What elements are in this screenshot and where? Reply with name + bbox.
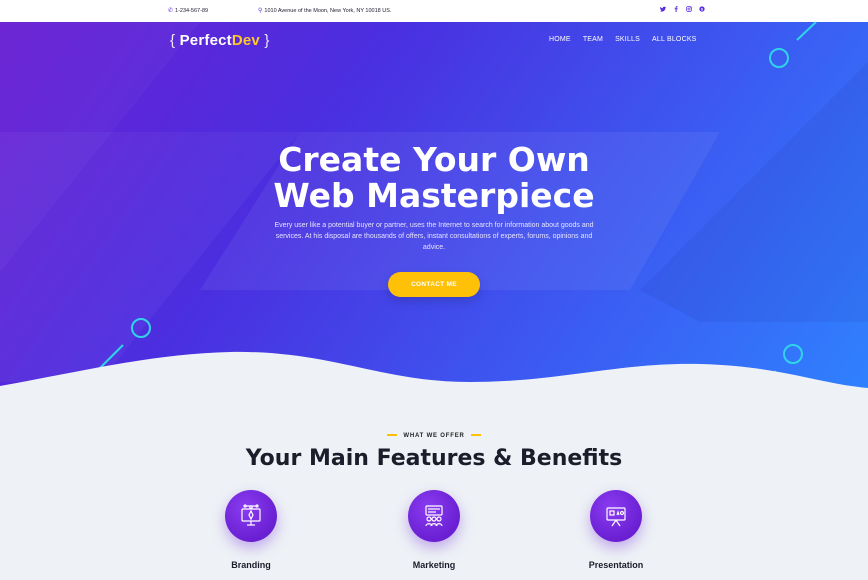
address-text: 1010 Avenue of the Moon, New York, NY 10…: [264, 8, 392, 14]
feature-marketing[interactable]: Marketing: [374, 490, 494, 570]
audience-board-icon: [425, 505, 443, 527]
hero-title: Create Your Own Web Masterpiece: [0, 142, 868, 214]
logo-open-brace: {: [170, 32, 176, 49]
contact-me-button[interactable]: CONTACT ME: [388, 272, 480, 297]
facebook-icon[interactable]: [673, 6, 679, 12]
nav-home[interactable]: HOME: [549, 36, 571, 43]
top-info-bar: ✆ 1-234-567-89 ⚲ 1010 Avenue of the Moon…: [0, 0, 868, 22]
nav-skills[interactable]: SKILLS: [615, 36, 640, 43]
hero-title-line2: Web Masterpiece: [273, 176, 595, 215]
hero-title-line1: Create Your Own: [278, 140, 590, 179]
nav-team[interactable]: TEAM: [583, 36, 603, 43]
eyebrow-dash-right: [470, 434, 481, 437]
phone-number: 1-234-567-89: [175, 8, 209, 14]
feature-label: Presentation: [588, 560, 644, 570]
eyebrow-text: WHAT WE OFFER: [403, 433, 465, 439]
section-eyebrow: WHAT WE OFFER: [0, 433, 868, 439]
address-info: ⚲ 1010 Avenue of the Moon, New York, NY …: [258, 8, 391, 14]
feature-icon-circle: [408, 490, 460, 542]
feature-presentation[interactable]: Presentation: [556, 490, 676, 570]
feature-icon-circle: [590, 490, 642, 542]
skype-icon[interactable]: S: [699, 6, 705, 12]
social-links: S: [660, 6, 705, 12]
feature-icon-circle: [225, 490, 277, 542]
twitter-icon[interactable]: [660, 6, 666, 12]
hero-subtitle: Every user like a potential buyer or par…: [274, 222, 594, 251]
presentation-board-icon: [606, 507, 626, 527]
nav-all-blocks[interactable]: ALL BLOCKS: [652, 36, 697, 43]
section-title: Your Main Features & Benefits: [245, 446, 623, 471]
phone-info[interactable]: ✆ 1-234-567-89: [168, 8, 208, 14]
eyebrow-dash-left: [387, 434, 398, 437]
feature-label: Branding: [231, 560, 271, 570]
instagram-icon[interactable]: [686, 6, 692, 12]
logo-name-accent: Dev: [231, 32, 260, 49]
main-nav: HOME TEAM SKILLS ALL BLOCKS: [549, 36, 697, 43]
logo-close-brace: }: [264, 32, 270, 49]
hero-section: { PerfectDev } HOME TEAM SKILLS ALL BLOC…: [0, 22, 868, 402]
logo-name-main: Perfect: [179, 32, 232, 49]
monitor-pen-icon: [241, 504, 261, 526]
features-section: WHAT WE OFFER Your Main Features & Benef…: [0, 402, 868, 580]
site-logo[interactable]: { PerfectDev }: [170, 32, 270, 49]
feature-branding[interactable]: Branding: [191, 490, 311, 570]
location-pin-icon: ⚲: [258, 8, 263, 14]
feature-label: Marketing: [412, 560, 456, 570]
phone-icon: ✆: [168, 8, 174, 14]
